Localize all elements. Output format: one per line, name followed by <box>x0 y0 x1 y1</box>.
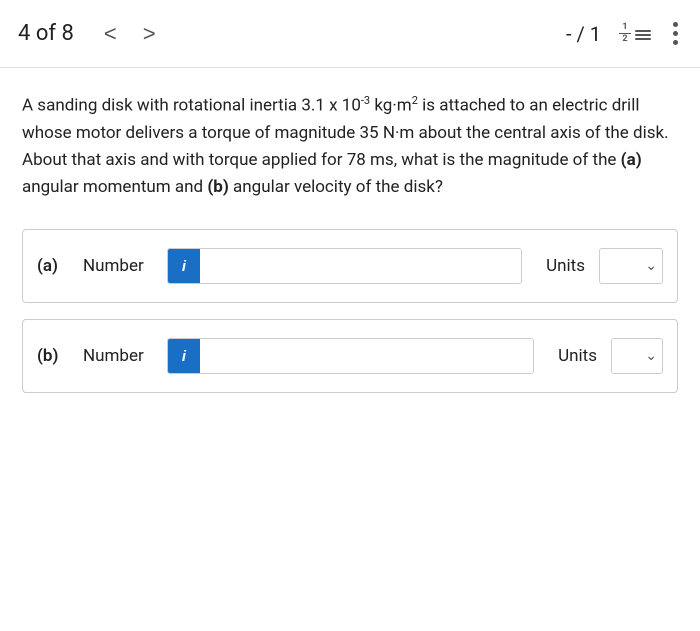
list-lines <box>635 30 651 40</box>
number-input-a[interactable] <box>200 249 521 283</box>
number-input-b[interactable] <box>200 339 533 373</box>
dot-1 <box>673 22 678 27</box>
units-select-wrapper-a: kg·m²/s N·m·s J·s <box>599 248 663 284</box>
field-label-a: Number <box>83 256 153 276</box>
dot-2 <box>673 31 678 36</box>
units-label-b: Units <box>558 346 597 366</box>
number-input-area-a: i <box>167 248 522 284</box>
frac-denominator: 2 <box>622 35 627 44</box>
header-left: 4 of 8 < > <box>18 17 164 51</box>
part-label-a: (a) <box>37 256 69 276</box>
answer-row-b: (b) Number i Units rad/s rpm deg/s <box>22 319 678 393</box>
score-text: - / 1 <box>566 22 601 46</box>
info-button-b[interactable]: i <box>168 339 200 373</box>
prev-button[interactable]: < <box>96 17 125 51</box>
frac-numerator: 1 <box>622 23 627 32</box>
part-label-b: (b) <box>37 346 69 366</box>
next-button[interactable]: > <box>135 17 164 51</box>
main-content: A sanding disk with rotational inertia 3… <box>0 68 700 429</box>
field-label-b: Number <box>83 346 153 366</box>
list-line-1 <box>635 30 651 32</box>
list-line-3 <box>635 38 651 40</box>
list-icon[interactable]: 1 2 <box>619 23 651 44</box>
info-button-a[interactable]: i <box>168 249 200 283</box>
number-input-area-b: i <box>167 338 534 374</box>
dot-3 <box>673 40 678 45</box>
fraction-icon: 1 2 <box>619 23 631 44</box>
progress-text: 4 of 8 <box>18 21 74 46</box>
header-right: - / 1 1 2 <box>566 18 682 49</box>
more-menu-button[interactable] <box>669 18 682 49</box>
units-label-a: Units <box>546 256 585 276</box>
header: 4 of 8 < > - / 1 1 2 <box>0 0 700 68</box>
units-select-a[interactable]: kg·m²/s N·m·s J·s <box>599 248 663 284</box>
question-text: A sanding disk with rotational inertia 3… <box>22 92 678 201</box>
units-select-b[interactable]: rad/s rpm deg/s <box>611 338 663 374</box>
list-line-2 <box>635 34 651 36</box>
answer-row-a: (a) Number i Units kg·m²/s N·m·s J·s <box>22 229 678 303</box>
units-select-wrapper-b: rad/s rpm deg/s <box>611 338 663 374</box>
